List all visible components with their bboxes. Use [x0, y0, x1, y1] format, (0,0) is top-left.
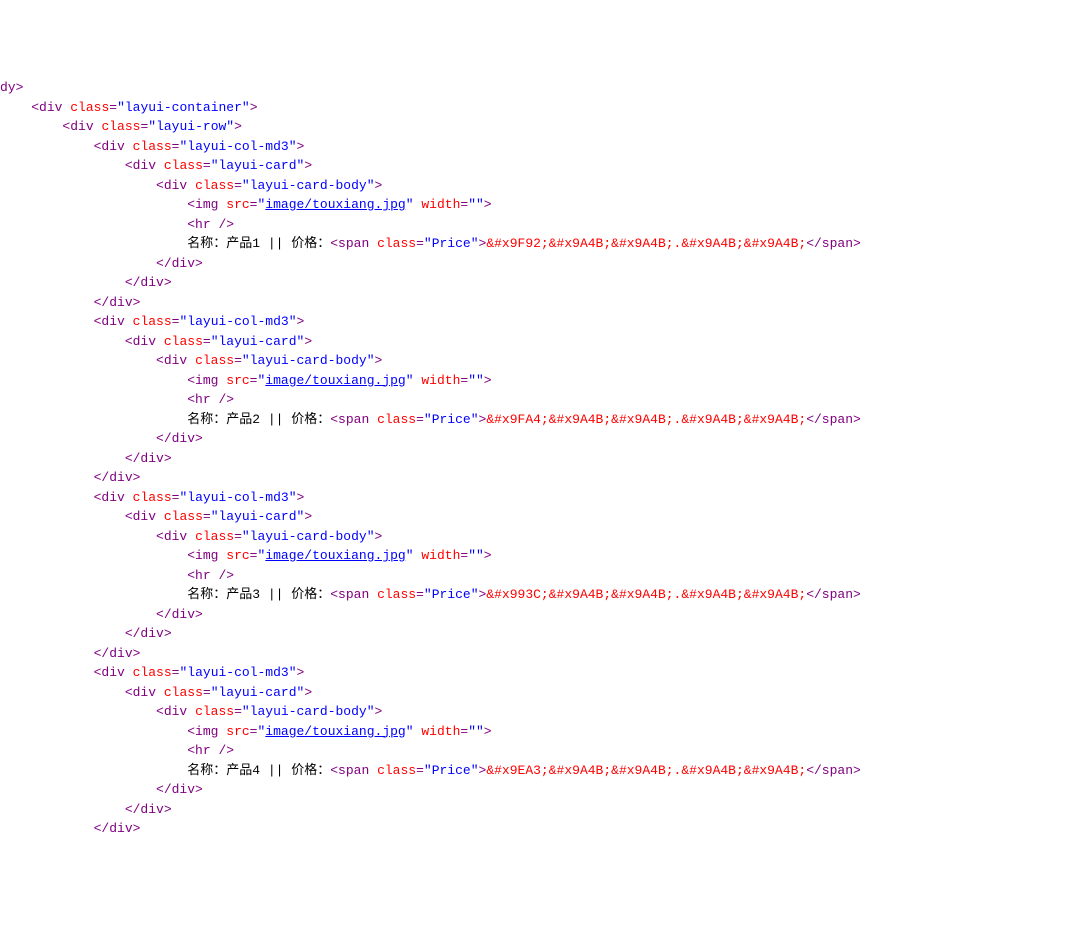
source-code-view: dy> <div class="layui-container"> <div c… — [0, 78, 1070, 839]
